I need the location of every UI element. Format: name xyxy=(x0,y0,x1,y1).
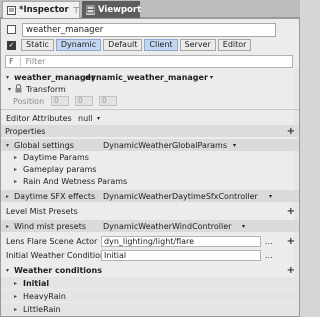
flag-editor[interactable]: Editor xyxy=(217,39,252,51)
tab-inspector-label: *Inspector xyxy=(19,5,69,15)
global-settings-arrow-icon[interactable]: ▾ xyxy=(6,142,9,149)
condition-item[interactable]: ▸ Initial xyxy=(1,277,299,289)
gameplay-params-row[interactable]: ▸ Gameplay params xyxy=(1,163,299,175)
inspector-panel: weather_manager ✓ Static Dynamic Default… xyxy=(0,18,300,317)
position-z[interactable]: 0 xyxy=(99,96,117,106)
position-label: Position xyxy=(13,96,45,106)
lens-flare-input[interactable]: dyn_lighting/light/flare xyxy=(101,235,261,247)
flag-client[interactable]: Client xyxy=(144,39,178,51)
transform-label: Transform xyxy=(26,84,66,94)
position-x[interactable]: 0 xyxy=(51,96,69,106)
object-name-input[interactable]: weather_manager xyxy=(22,23,276,37)
entity-name: weather_manager xyxy=(14,72,96,82)
tab-bar: *Inspector ⊤ × Viewport xyxy=(0,0,300,18)
properties-header: Properties + xyxy=(1,125,299,137)
properties-label: Properties xyxy=(5,126,46,136)
editor-attributes-value[interactable]: null xyxy=(78,114,93,123)
daytime-params-row[interactable]: ▸ Daytime Params xyxy=(1,151,299,163)
level-mist-row: Level Mist Presets + xyxy=(1,205,299,217)
level-mist-label: Level Mist Presets xyxy=(6,206,78,216)
editor-attributes-dropdown-icon[interactable]: ▾ xyxy=(97,115,100,122)
rain-wetness-row[interactable]: ▸ Rain And Wetness Params xyxy=(1,175,299,187)
wind-mist-row[interactable]: ▸ Wind mist presets DynamicWeatherWindCo… xyxy=(1,220,299,232)
condition-label: Initial xyxy=(23,278,50,288)
initial-condition-browse-button[interactable]: ... xyxy=(265,251,273,260)
lens-flare-label: Lens Flare Scene Actor xyxy=(6,236,98,246)
global-settings-dropdown-icon[interactable]: ▾ xyxy=(233,142,236,149)
entity-type: dynamic_weather_manager xyxy=(85,72,208,82)
viewport-icon xyxy=(86,4,95,15)
daytime-sfx-dropdown-icon[interactable]: ▾ xyxy=(269,193,272,200)
global-settings-label: Global settings xyxy=(14,140,74,150)
condition-arrow-icon[interactable]: ▸ xyxy=(14,306,17,313)
flag-toggles: Static Dynamic Default Client Server Edi… xyxy=(21,39,252,52)
editor-attributes-row: Editor Attributes null ▾ xyxy=(1,112,299,124)
weather-conditions-label: Weather conditions xyxy=(14,265,102,275)
initial-condition-input[interactable]: Initial xyxy=(101,249,261,261)
daytime-params-arrow-icon[interactable]: ▸ xyxy=(14,154,17,161)
add-lens-flare-icon[interactable]: + xyxy=(287,236,295,247)
initial-condition-label: Initial Weather Condition xyxy=(6,250,106,260)
add-weather-condition-icon[interactable]: + xyxy=(287,265,295,276)
condition-item[interactable]: ▸ LittleRain xyxy=(1,303,299,315)
position-row: Position 0 0 0 xyxy=(1,95,299,107)
daytime-params-label: Daytime Params xyxy=(23,152,89,162)
wind-mist-arrow-icon[interactable]: ▸ xyxy=(6,223,9,230)
gameplay-params-arrow-icon[interactable]: ▸ xyxy=(14,166,17,173)
initial-condition-row: Initial Weather Condition Initial ... xyxy=(1,249,299,261)
lens-flare-row: Lens Flare Scene Actor dyn_lighting/ligh… xyxy=(1,235,299,247)
object-icon xyxy=(7,25,16,34)
condition-arrow-icon[interactable]: ▸ xyxy=(14,280,17,287)
flag-dynamic[interactable]: Dynamic xyxy=(55,39,102,51)
condition-arrow-icon[interactable]: ▸ xyxy=(14,293,17,300)
flag-server[interactable]: Server xyxy=(179,39,216,51)
daytime-sfx-value[interactable]: DynamicWeatherDaytimeSfxController xyxy=(103,192,258,201)
filter-placeholder: Filter xyxy=(25,57,46,66)
transform-arrow-icon[interactable]: ▾ xyxy=(8,86,11,93)
divider xyxy=(1,109,299,110)
collapse-arrow-icon[interactable]: ▾ xyxy=(6,74,9,81)
filter-icon: F xyxy=(9,57,14,66)
tab-viewport-label: Viewport xyxy=(98,4,142,15)
rain-wetness-label: Rain And Wetness Params xyxy=(23,176,128,186)
condition-label: HeavyRain xyxy=(23,291,66,301)
lock-icon xyxy=(15,84,22,93)
filter-input[interactable]: F Filter xyxy=(5,55,293,68)
flag-default[interactable]: Default xyxy=(103,39,143,51)
flag-static[interactable]: Static xyxy=(21,39,54,51)
tab-inspector[interactable]: *Inspector ⊤ × xyxy=(2,1,89,18)
add-property-icon[interactable]: + xyxy=(287,126,295,137)
global-settings-value[interactable]: DynamicWeatherGlobalParams xyxy=(103,141,227,150)
tab-viewport[interactable]: Viewport xyxy=(82,1,142,18)
editor-attributes-label: Editor Attributes xyxy=(6,113,72,123)
weather-conditions-arrow-icon[interactable]: ▾ xyxy=(6,267,9,274)
daytime-sfx-row[interactable]: ▸ Daytime SFX effects DynamicWeatherDayt… xyxy=(1,190,299,202)
condition-label: LittleRain xyxy=(23,304,61,314)
wind-mist-value[interactable]: DynamicWeatherWindController xyxy=(103,222,231,231)
weather-conditions-row[interactable]: ▾ Weather conditions + xyxy=(1,264,299,276)
lens-flare-browse-button[interactable]: ... xyxy=(265,237,273,246)
condition-item[interactable]: ▸ HeavyRain xyxy=(1,290,299,302)
filter-separator xyxy=(19,57,21,66)
entity-header[interactable]: ▾ weather_manager dynamic_weather_manage… xyxy=(1,71,299,83)
enabled-checkbox[interactable]: ✓ xyxy=(7,41,16,50)
rain-wetness-arrow-icon[interactable]: ▸ xyxy=(14,178,17,185)
add-level-mist-icon[interactable]: + xyxy=(287,206,295,217)
daytime-sfx-arrow-icon[interactable]: ▸ xyxy=(6,193,9,200)
global-settings-row[interactable]: ▾ Global settings DynamicWeatherGlobalPa… xyxy=(1,139,299,151)
daytime-sfx-label: Daytime SFX effects xyxy=(14,191,96,201)
transform-row[interactable]: ▾ Transform xyxy=(1,83,299,95)
position-y[interactable]: 0 xyxy=(75,96,93,106)
entity-type-dropdown-icon[interactable]: ▾ xyxy=(210,74,213,81)
wind-mist-label: Wind mist presets xyxy=(14,221,87,231)
gameplay-params-label: Gameplay params xyxy=(23,164,97,174)
pin-icon[interactable]: ⊤ xyxy=(73,6,80,15)
inspector-icon xyxy=(7,5,16,15)
wind-mist-dropdown-icon[interactable]: ▾ xyxy=(242,223,245,230)
